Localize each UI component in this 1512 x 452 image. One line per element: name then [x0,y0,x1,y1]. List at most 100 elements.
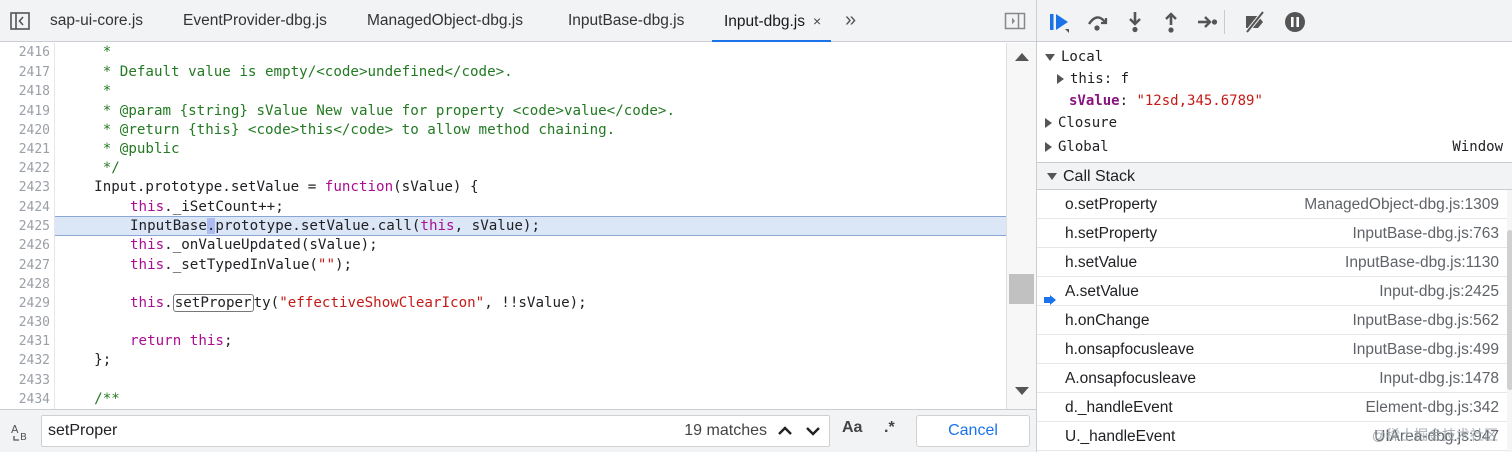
pause-on-exceptions-icon[interactable] [1283,10,1307,34]
resume-icon[interactable] [1047,10,1071,34]
editor-tab-bar: sap-ui-core.js EventProvider-dbg.js Mana… [0,0,1036,42]
frame-function: A.onsapfocusleave [1065,370,1196,387]
line-number[interactable]: 2433 [0,373,50,388]
step-out-icon[interactable] [1159,10,1183,34]
tab-sap-ui-core[interactable]: sap-ui-core.js [50,0,143,42]
var-name: sValue [1069,93,1120,109]
call-frame-current[interactable]: A.setValue Input-dbg.js:2425 [1037,277,1509,306]
code-token: . [164,295,173,311]
previous-match-icon[interactable] [773,419,797,443]
line-number[interactable]: 2427 [0,258,50,273]
line-number[interactable]: 2425 [0,219,50,234]
cancel-button[interactable]: Cancel [916,415,1030,447]
expand-triangle-icon[interactable] [1047,173,1057,181]
line-number[interactable]: 2434 [0,392,50,407]
frame-location[interactable]: InputBase-dbg.js:562 [1353,306,1500,335]
deactivate-breakpoints-icon[interactable] [1243,10,1267,34]
line-number[interactable]: 2419 [0,104,50,119]
tab-input-dbg[interactable]: Input-dbg.js × [712,0,832,42]
call-frame[interactable]: d._handleEvent Element-dbg.js:342 [1037,393,1509,422]
line-number[interactable]: 2423 [0,180,50,195]
code-token: ._onValueUpdated(sValue); [164,237,378,253]
search-input[interactable] [48,416,648,446]
call-frame[interactable]: h.onsapfocusleave InputBase-dbg.js:499 [1037,335,1509,364]
expand-triangle-icon[interactable] [1045,53,1055,61]
scope-var-this[interactable]: this: f [1037,68,1512,90]
frame-location[interactable]: InputBase-dbg.js:499 [1353,335,1500,364]
step-over-icon[interactable] [1085,10,1109,34]
scope-label: Local [1061,49,1104,65]
step-icon[interactable] [1195,10,1219,34]
line-number[interactable]: 2426 [0,238,50,253]
scope-global[interactable]: Global Window [1037,136,1512,158]
regex-button[interactable]: .* [884,419,895,437]
current-frame-arrow-icon [1044,286,1056,305]
call-frame[interactable]: o.setProperty ManagedObject-dbg.js:1309 [1037,190,1509,219]
collapse-triangle-icon[interactable] [1045,142,1052,152]
call-stack-header[interactable]: Call Stack [1037,162,1512,190]
scrollbar-thumb[interactable] [1009,274,1034,304]
keyword-token: this [130,295,165,311]
step-into-icon[interactable] [1123,10,1147,34]
line-number[interactable]: 2420 [0,123,50,138]
line-number[interactable]: 2421 [0,142,50,157]
navigator-toggle-icon[interactable] [6,10,34,32]
tab-inputbase[interactable]: InputBase-dbg.js [568,0,684,42]
line-number[interactable]: 2417 [0,65,50,80]
scope-var-svalue[interactable]: sValue: "12sd,345.6789" [1037,90,1512,112]
tab-label: InputBase-dbg.js [568,12,685,29]
scroll-up-icon[interactable] [1015,53,1029,61]
debugger-pane: Local this: f sValue: "12sd,345.6789" Cl… [1036,0,1512,452]
line-number[interactable]: 2429 [0,296,50,311]
tab-managedobject[interactable]: ManagedObject-dbg.js [367,0,523,42]
tab-eventprovider[interactable]: EventProvider-dbg.js [183,0,327,42]
tab-label: EventProvider-dbg.js [183,12,327,29]
call-frame[interactable]: h.setValue InputBase-dbg.js:1130 [1037,248,1509,277]
regex-toggle-icon[interactable]: AB [10,422,34,443]
tab-close-icon[interactable]: × [813,13,821,29]
editor-scrollbar[interactable] [1006,43,1036,409]
debugger-toggle-icon[interactable] [1004,12,1026,30]
scrollbar-thumb[interactable] [1507,230,1512,390]
line-number[interactable]: 2416 [0,45,50,60]
scope-local[interactable]: Local [1037,46,1512,68]
next-match-icon[interactable] [801,419,825,443]
code-view[interactable]: 2416 2417 2418 2419 2420 2421 2422 2423 … [0,43,1006,409]
code-line: * Default value is empty/<code>undefined… [60,64,513,80]
frame-location[interactable]: InputBase-dbg.js:1130 [1345,248,1499,277]
frame-location[interactable]: InputBase-dbg.js:763 [1353,219,1500,248]
frame-location[interactable]: Input-dbg.js:2425 [1379,277,1499,306]
frame-location[interactable]: ManagedObject-dbg.js:1309 [1304,190,1499,219]
line-number[interactable]: 2424 [0,200,50,215]
more-tabs-icon[interactable]: » [845,0,856,42]
line-number[interactable]: 2428 [0,277,50,292]
call-frame[interactable]: h.onChange InputBase-dbg.js:562 [1037,306,1509,335]
frame-function: o.setProperty [1065,196,1158,213]
code-line: this. setProper ty("effectiveShowClearIcon… [130,294,587,312]
collapse-triangle-icon[interactable] [1057,74,1064,84]
line-number[interactable]: 2430 [0,315,50,330]
collapse-triangle-icon[interactable] [1045,118,1052,128]
frame-function: A.setValue [1065,283,1139,300]
call-frame[interactable]: h.setProperty InputBase-dbg.js:763 [1037,219,1509,248]
frame-function: U._handleEvent [1065,428,1176,445]
line-number[interactable]: 2418 [0,84,50,99]
frame-location[interactable]: Input-dbg.js:1478 [1379,364,1499,393]
line-number-gutter[interactable]: 2416 2417 2418 2419 2420 2421 2422 2423 … [0,43,55,409]
var-value: "12sd,345.6789" [1136,93,1263,109]
keyword-token: this [130,237,165,253]
code-line: /** [60,391,120,407]
scroll-down-icon[interactable] [1015,387,1029,395]
line-number[interactable]: 2422 [0,161,50,176]
match-case-button[interactable]: Aa [842,419,862,437]
scope-closure[interactable]: Closure [1037,112,1512,134]
line-number[interactable]: 2432 [0,353,50,368]
code-token: (sValue) { [393,179,479,195]
keyword-token: this [189,333,224,349]
svg-text:B: B [20,432,27,442]
call-frame[interactable]: A.onsapfocusleave Input-dbg.js:1478 [1037,364,1509,393]
line-number[interactable]: 2431 [0,334,50,349]
frame-location[interactable]: Element-dbg.js:342 [1365,393,1499,422]
call-stack-scrollbar[interactable] [1507,190,1512,452]
